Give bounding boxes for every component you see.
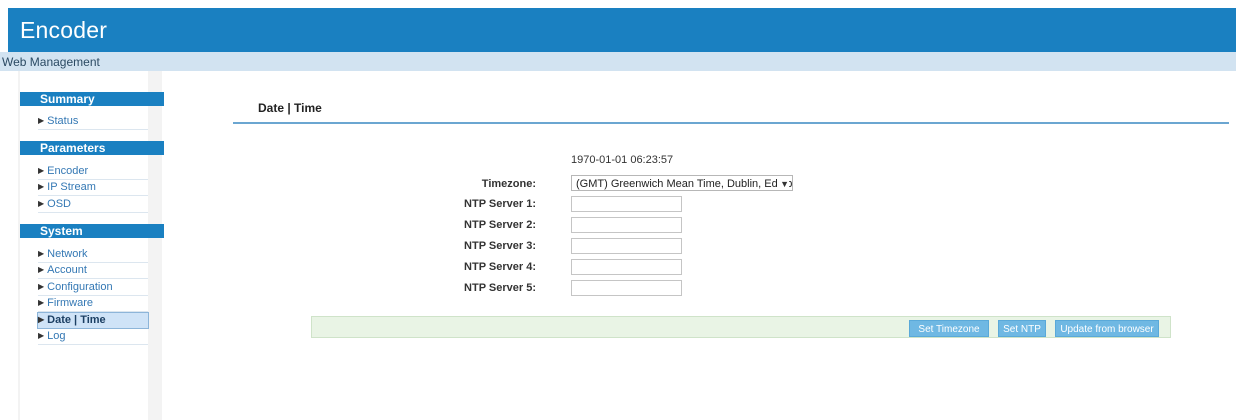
sidebar-item-label: Firmware — [47, 297, 93, 309]
sidebar-item-label: Date | Time — [47, 314, 106, 326]
sidebar-item-label: Encoder — [47, 165, 89, 177]
current-datetime: 1970-01-01 06:23:57 — [571, 154, 674, 166]
arrow-right-icon: ▶ — [38, 331, 45, 340]
title-divider — [233, 122, 1229, 124]
sidebar-item-configuration[interactable]: ▶ Configuration — [38, 280, 148, 296]
sidebar-item-ip-stream[interactable]: ▶ IP Stream — [38, 180, 148, 196]
ntp-server-3-input[interactable] — [571, 238, 682, 254]
sidebar-item-osd[interactable]: ▶ OSD — [38, 197, 148, 213]
arrow-right-icon: ▶ — [38, 249, 45, 258]
sidebar-item-label: OSD — [47, 198, 71, 210]
timezone-selected-value: (GMT) Greenwich Mean Time, Dublin, Edinb… — [576, 178, 793, 190]
sidebar-item-label: Status — [47, 115, 79, 127]
sidebar-item-firmware[interactable]: ▶ Firmware — [38, 296, 148, 312]
ntp-server-2-input[interactable] — [571, 217, 682, 233]
set-ntp-button[interactable]: Set NTP — [998, 320, 1046, 337]
sidebar-item-log[interactable]: ▶ Log — [38, 329, 148, 345]
arrow-right-icon: ▶ — [38, 298, 45, 307]
arrow-right-icon: ▶ — [38, 315, 45, 324]
sidebar-item-date-time[interactable]: ▶ Date | Time — [37, 312, 149, 329]
section-system-header: System — [20, 224, 164, 238]
app-header: Encoder — [8, 8, 1236, 52]
section-summary-header: Summary — [20, 92, 164, 106]
web-management-label: Web Management — [2, 55, 100, 69]
sidebar-item-label: Network — [47, 248, 88, 260]
ntp-server-4-label: NTP Server 4: — [464, 261, 536, 273]
update-from-browser-button[interactable]: Update from browser — [1055, 320, 1159, 337]
set-timezone-button[interactable]: Set Timezone — [909, 320, 989, 337]
arrow-right-icon: ▶ — [38, 199, 45, 208]
arrow-right-icon: ▶ — [38, 166, 45, 175]
ntp-server-1-input[interactable] — [571, 196, 682, 212]
ntp-server-4-input[interactable] — [571, 259, 682, 275]
arrow-right-icon: ▶ — [38, 282, 45, 291]
sub-header-bar: Web Management — [0, 52, 1236, 71]
timezone-select[interactable]: (GMT) Greenwich Mean Time, Dublin, Edinb… — [571, 175, 793, 191]
section-parameters-header: Parameters — [20, 141, 164, 155]
arrow-right-icon: ▶ — [38, 116, 45, 125]
ntp-server-3-label: NTP Server 3: — [464, 240, 536, 252]
ntp-server-1-label: NTP Server 1: — [464, 198, 536, 210]
sidebar-item-status[interactable]: ▶ Status — [38, 114, 148, 130]
sidebar-item-label: Account — [47, 264, 87, 276]
app-title: Encoder — [20, 17, 108, 43]
sidebar-item-network[interactable]: ▶ Network — [38, 247, 148, 263]
sidebar-item-label: Log — [47, 330, 66, 342]
timezone-label: Timezone: — [481, 178, 536, 190]
page-title: Date | Time — [258, 101, 322, 115]
sidebar-item-label: IP Stream — [47, 181, 96, 193]
arrow-right-icon: ▶ — [38, 265, 45, 274]
arrow-right-icon: ▶ — [38, 182, 45, 191]
sidebar-item-account[interactable]: ▶ Account — [38, 263, 148, 279]
ntp-server-5-input[interactable] — [571, 280, 682, 296]
sidebar-item-label: Configuration — [47, 281, 113, 293]
sidebar-item-encoder[interactable]: ▶ Encoder — [38, 164, 148, 180]
chevron-down-icon: ▼ — [778, 176, 789, 190]
ntp-server-5-label: NTP Server 5: — [464, 282, 536, 294]
ntp-server-2-label: NTP Server 2: — [464, 219, 536, 231]
